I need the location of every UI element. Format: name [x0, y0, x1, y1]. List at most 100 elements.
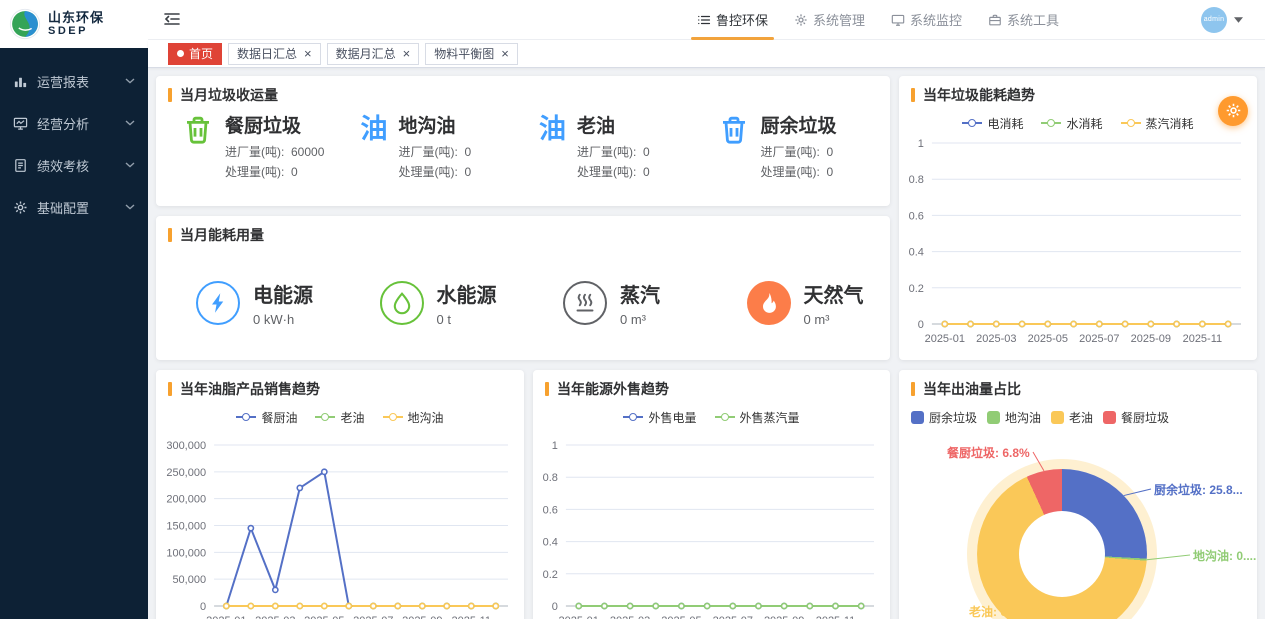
svg-text:200,000: 200,000: [166, 494, 206, 506]
legend-label: 外售电量: [648, 409, 696, 426]
card-energy-trend-chart: 当年垃圾能耗趋势 电消耗 水消耗 蒸汽消耗 00.20.40.60.812025-0…: [899, 76, 1257, 360]
bar-chart-icon: [13, 74, 28, 89]
tab-3[interactable]: 物料平衡图×: [425, 43, 518, 65]
svg-text:2025-07: 2025-07: [1079, 333, 1119, 345]
title-accent-bar: [545, 382, 549, 396]
legend-line-marker: [1041, 122, 1061, 124]
card-title-row: 当年垃圾能耗趋势: [899, 76, 1257, 111]
svg-text:1: 1: [552, 440, 558, 452]
tab-1[interactable]: 数据日汇总 ×: [228, 43, 321, 65]
tab-0[interactable]: 首页: [168, 43, 222, 65]
logo-abbr: SDEP: [48, 25, 104, 37]
card-title-row: 当月垃圾收运量: [156, 76, 890, 111]
legend-item[interactable]: 外售蒸汽量: [715, 409, 800, 426]
active-tab-dot: [177, 50, 184, 57]
sidebar-item-basic-config[interactable]: 基础配置: [0, 186, 148, 228]
sidebar-item-business-analysis[interactable]: 经营分析: [0, 102, 148, 144]
sidebar-collapse-button[interactable]: [162, 11, 182, 29]
pie-slice-label: 老油: 66.93%: [969, 603, 1041, 619]
flame-icon: [757, 291, 781, 315]
logo-name: 山东环保: [48, 11, 104, 25]
svg-text:2025-01: 2025-01: [206, 615, 246, 619]
energy-item: 天然气 0 m³: [707, 279, 891, 327]
legend-label: 水消耗: [1066, 115, 1102, 132]
legend-item[interactable]: 水消耗: [1041, 115, 1102, 132]
svg-text:2025-09: 2025-09: [1131, 333, 1171, 345]
pie-slice-label: 厨余垃圾: 25.8...: [1154, 481, 1243, 498]
close-icon[interactable]: ×: [304, 47, 312, 60]
tab-label: 数据日汇总: [237, 45, 297, 62]
nav-item-system-monitor[interactable]: 系统监控: [891, 0, 962, 40]
legend-swatch: [1051, 411, 1064, 424]
legend-item[interactable]: 外售电量: [623, 409, 696, 426]
column-left: 当月垃圾收运量 餐厨垃圾进厂量(吨): 60000处理量(吨): 0油 地沟油进…: [156, 76, 890, 360]
sidebar-item-performance-assessment[interactable]: 绩效考核: [0, 144, 148, 186]
sidebar-item-label: 基础配置: [37, 198, 125, 217]
user-menu[interactable]: admin: [1201, 7, 1243, 33]
legend-label: 餐厨油: [261, 409, 297, 426]
svg-text:2025-03: 2025-03: [255, 615, 295, 619]
waste-item-metric: 处理量(吨): 0: [399, 163, 472, 183]
waste-item-name: 厨余垃圾: [761, 111, 837, 138]
legend-item[interactable]: 老油: [315, 409, 364, 426]
oil-char-icon: 油: [539, 113, 566, 145]
energy-item: 电能源 0 kW·h: [156, 279, 340, 327]
waste-item-name: 地沟油: [399, 111, 472, 138]
steam-icon: [573, 291, 597, 315]
tab-label: 数据月汇总: [336, 45, 396, 62]
svg-text:100,000: 100,000: [166, 547, 206, 559]
sidebar-item-label: 绩效考核: [37, 156, 125, 175]
energy-item-name: 电能源: [253, 279, 313, 308]
svg-text:300,000: 300,000: [166, 440, 206, 452]
legend-item[interactable]: 厨余垃圾: [911, 409, 977, 426]
nav-item-lukong-env[interactable]: 鲁控环保: [697, 0, 768, 40]
card-title: 当月垃圾收运量: [180, 85, 278, 105]
svg-text:2025-05: 2025-05: [304, 615, 344, 619]
waste-item-text: 老油进厂量(吨): 0处理量(吨): 0: [577, 111, 650, 183]
nav-item-system-management[interactable]: 系统管理: [794, 0, 865, 40]
energy-item-name: 天然气: [804, 279, 864, 308]
settings-fab[interactable]: [1218, 96, 1248, 126]
waste-item: 厨余垃圾进厂量(吨): 0处理量(吨): 0: [702, 111, 881, 183]
chart-legend: 厨余垃圾地沟油 老油餐厨垃圾: [899, 405, 1257, 429]
main-panel: 鲁控环保系统管理系统监控系统工具 admin 首页数据日汇总×数据月汇总×物料平…: [148, 0, 1265, 619]
nav-item-label: 系统监控: [910, 10, 962, 29]
collapse-icon: [162, 11, 182, 27]
sidebar-item-operations-report[interactable]: 运营报表: [0, 60, 148, 102]
legend-item[interactable]: 蒸汽消耗: [1121, 115, 1194, 132]
legend-item[interactable]: 电消耗: [962, 115, 1023, 132]
legend-item[interactable]: 餐厨垃圾: [1103, 409, 1169, 426]
legend-label: 老油: [1069, 409, 1093, 426]
legend-item[interactable]: 老油: [1051, 409, 1093, 426]
close-icon[interactable]: ×: [403, 47, 411, 60]
legend-item[interactable]: 餐厨油: [236, 409, 297, 426]
donut-chart[interactable]: [977, 469, 1147, 619]
legend-swatch: [911, 411, 924, 424]
legend-item[interactable]: 地沟油: [987, 409, 1041, 426]
legend-label: 地沟油: [408, 409, 444, 426]
energy-item-name: 水能源: [437, 279, 497, 308]
svg-text:0.2: 0.2: [543, 569, 558, 581]
title-accent-bar: [911, 382, 915, 396]
tab-2[interactable]: 数据月汇总 ×: [327, 43, 420, 65]
app-root: 山东环保 SDEP 运营报表经营分析绩效考核基础配置 鲁控环保系统管理 系统监控 系…: [0, 0, 1265, 619]
svg-text:0: 0: [918, 319, 924, 331]
waste-item-metric: 进厂量(吨): 60000: [225, 143, 324, 163]
tabbar: 首页数据日汇总×数据月汇总×物料平衡图×: [148, 40, 1265, 68]
card-title-row: 当月能耗用量: [156, 216, 890, 251]
legend-line-marker: [383, 416, 403, 418]
legend-line-marker: [962, 122, 982, 124]
close-icon[interactable]: ×: [501, 47, 509, 60]
waste-item-text: 地沟油进厂量(吨): 0处理量(吨): 0: [399, 111, 472, 183]
nav-item-system-tools[interactable]: 系统工具: [988, 0, 1059, 40]
energy-item: 水能源 0 t: [340, 279, 524, 327]
line-chart-svg: 00.20.40.60.812025-012025-032025-052025-…: [533, 429, 890, 619]
line-chart-svg: 00.20.40.60.812025-012025-032025-052025-…: [899, 135, 1257, 360]
energy-item-text: 天然气 0 m³: [804, 279, 864, 327]
legend-item[interactable]: 地沟油: [383, 409, 444, 426]
energy-item-value: 0 m³: [620, 312, 660, 327]
energy-item-name: 蒸汽: [620, 279, 660, 308]
card-oil-share-pie: 当年出油量占比 厨余垃圾地沟油老油餐厨垃圾 厨余垃圾: 25.8...地沟油: …: [899, 370, 1257, 619]
card-title: 当月能耗用量: [180, 225, 264, 245]
svg-text:2025-05: 2025-05: [1028, 333, 1068, 345]
